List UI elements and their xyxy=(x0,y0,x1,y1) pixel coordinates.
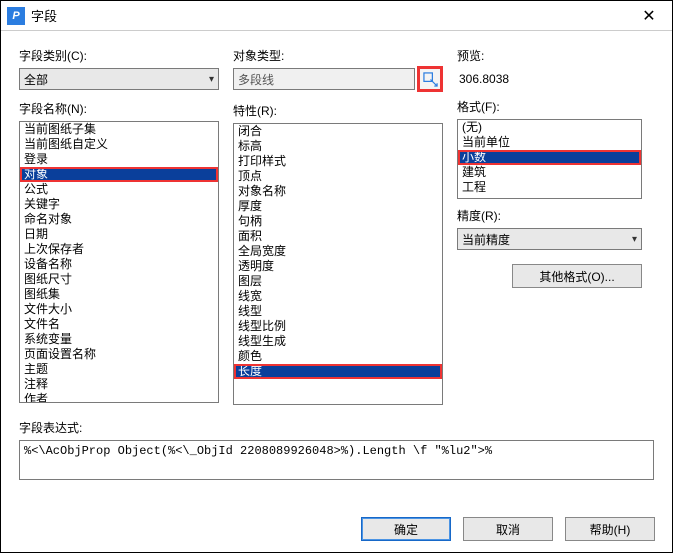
list-item[interactable]: 日期 xyxy=(20,227,218,242)
list-item[interactable]: 线型 xyxy=(234,304,442,319)
list-item[interactable]: 当前图纸自定义 xyxy=(20,137,218,152)
dialog-footer: 确定 取消 帮助(H) xyxy=(0,507,673,553)
field-category-label: 字段类别(C): xyxy=(19,47,219,64)
list-item[interactable]: 长度 xyxy=(234,364,442,379)
list-item[interactable]: 对象 xyxy=(20,167,218,182)
list-item[interactable]: (无) xyxy=(458,120,641,135)
list-item[interactable]: 注释 xyxy=(20,377,218,392)
properties-list[interactable]: 闭合标高打印样式顶点对象名称厚度句柄面积全局宽度透明度图层线宽线型线型比例线型生… xyxy=(233,123,443,405)
list-item[interactable]: 建筑 xyxy=(458,165,641,180)
list-item[interactable]: 公式 xyxy=(20,182,218,197)
precision-value: 当前精度 xyxy=(462,231,510,248)
precision-label: 精度(R): xyxy=(457,207,642,224)
list-item[interactable]: 全局宽度 xyxy=(234,244,442,259)
select-object-button[interactable] xyxy=(417,66,443,92)
other-format-button[interactable]: 其他格式(O)... xyxy=(512,264,642,288)
list-item[interactable]: 文件名 xyxy=(20,317,218,332)
list-item[interactable]: 作者 xyxy=(20,392,218,403)
select-object-icon xyxy=(423,72,438,87)
list-item[interactable]: 文件大小 xyxy=(20,302,218,317)
field-names-label: 字段名称(N): xyxy=(19,100,219,117)
list-item[interactable]: 面积 xyxy=(234,229,442,244)
close-button[interactable]: ✕ xyxy=(626,1,672,31)
list-item[interactable]: 闭合 xyxy=(234,124,442,139)
titlebar: P 字段 ✕ xyxy=(1,1,672,31)
object-type-value: 多段线 xyxy=(233,68,415,90)
chevron-down-icon: ▾ xyxy=(209,74,214,85)
cancel-button[interactable]: 取消 xyxy=(463,517,553,541)
list-item[interactable]: 透明度 xyxy=(234,259,442,274)
list-item[interactable]: 当前图纸子集 xyxy=(20,122,218,137)
expression-box: %<\AcObjProp Object(%<\_ObjId 2208089926… xyxy=(19,440,654,480)
list-item[interactable]: 命名对象 xyxy=(20,212,218,227)
list-item[interactable]: 图层 xyxy=(234,274,442,289)
list-item[interactable]: 对象名称 xyxy=(234,184,442,199)
list-item[interactable]: 厚度 xyxy=(234,199,442,214)
list-item[interactable]: 图纸集 xyxy=(20,287,218,302)
list-item[interactable]: 系统变量 xyxy=(20,332,218,347)
list-item[interactable]: 上次保存者 xyxy=(20,242,218,257)
list-item[interactable]: 线型比例 xyxy=(234,319,442,334)
list-item[interactable]: 图纸尺寸 xyxy=(20,272,218,287)
chevron-down-icon: ▾ xyxy=(632,234,637,245)
properties-label: 特性(R): xyxy=(233,102,443,119)
window-title: 字段 xyxy=(31,6,626,25)
list-item[interactable]: 线型生成 xyxy=(234,334,442,349)
list-item[interactable]: 颜色 xyxy=(234,349,442,364)
list-item[interactable]: 关键字 xyxy=(20,197,218,212)
list-item[interactable]: 主题 xyxy=(20,362,218,377)
list-item[interactable]: 线宽 xyxy=(234,289,442,304)
preview-value: 306.8038 xyxy=(457,68,642,90)
list-item[interactable]: 句柄 xyxy=(234,214,442,229)
format-label: 格式(F): xyxy=(457,98,642,115)
list-item[interactable]: 标高 xyxy=(234,139,442,154)
list-item[interactable]: 顶点 xyxy=(234,169,442,184)
list-item[interactable]: 小数 xyxy=(458,150,641,165)
expression-label: 字段表达式: xyxy=(19,419,654,436)
list-item[interactable]: 页面设置名称 xyxy=(20,347,218,362)
field-names-list[interactable]: 当前图纸子集当前图纸自定义登录对象公式关键字命名对象日期上次保存者设备名称图纸尺… xyxy=(19,121,219,403)
list-item[interactable]: 工程 xyxy=(458,180,641,195)
field-category-value: 全部 xyxy=(24,71,48,88)
object-type-label: 对象类型: xyxy=(233,47,443,64)
preview-label: 预览: xyxy=(457,47,642,64)
format-list[interactable]: (无)当前单位小数建筑工程 xyxy=(457,119,642,199)
app-icon: P xyxy=(7,7,25,25)
list-item[interactable]: 当前单位 xyxy=(458,135,641,150)
list-item[interactable]: 设备名称 xyxy=(20,257,218,272)
ok-button[interactable]: 确定 xyxy=(361,517,451,541)
list-item[interactable]: 打印样式 xyxy=(234,154,442,169)
help-button[interactable]: 帮助(H) xyxy=(565,517,655,541)
precision-dropdown[interactable]: 当前精度 ▾ xyxy=(457,228,642,250)
field-category-dropdown[interactable]: 全部 ▾ xyxy=(19,68,219,90)
list-item[interactable]: 登录 xyxy=(20,152,218,167)
